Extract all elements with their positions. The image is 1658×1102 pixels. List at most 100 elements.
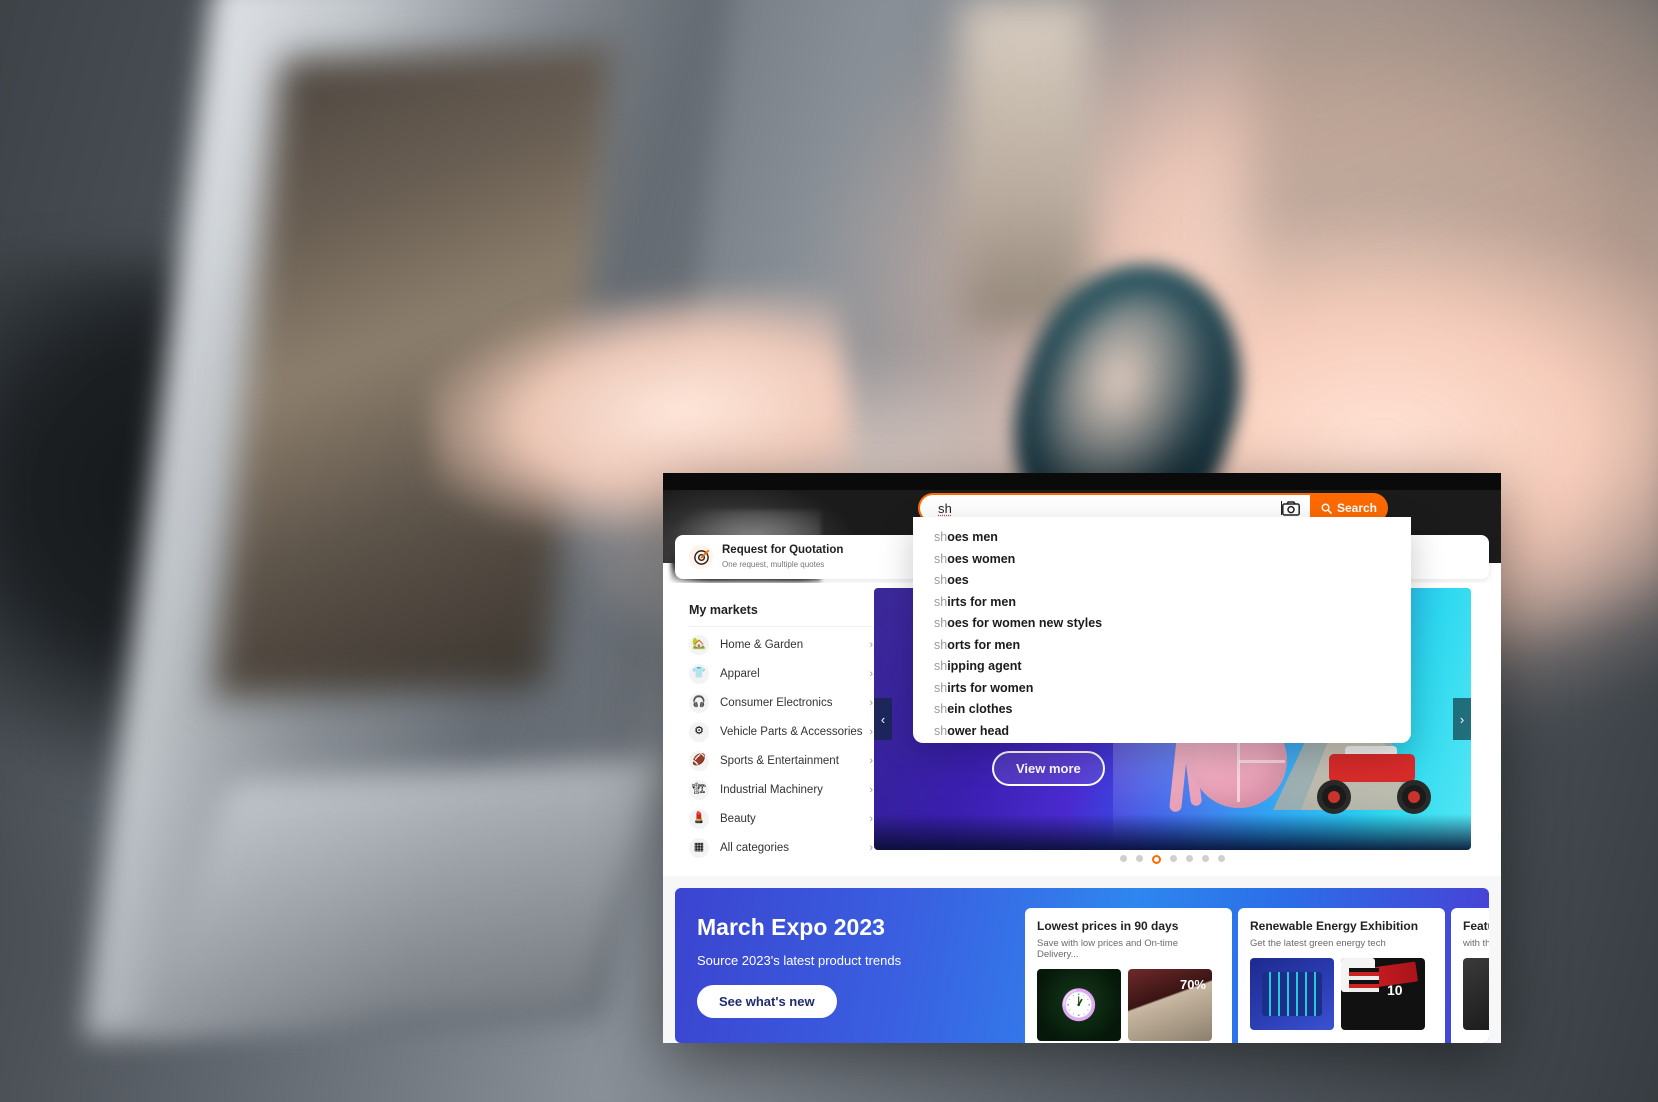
autocomplete-item[interactable]: shirts for men — [913, 592, 1411, 614]
autocomplete-completion-text: oes men — [947, 530, 998, 544]
march-expo-promo: March Expo 2023 Source 2023's latest pro… — [675, 888, 1489, 1043]
autocomplete-completion-text: oes — [947, 573, 969, 587]
sidebar-item-sports-entertainment[interactable]: 🏈 Sports & Entertainment › — [689, 746, 873, 775]
carousel-pagination — [874, 855, 1471, 864]
promo-card-subtitle: with the highest... — [1463, 938, 1489, 949]
sidebar-item-consumer-electronics[interactable]: 🎧 Consumer Electronics › — [689, 688, 873, 717]
promo-card-renewable-energy[interactable]: Renewable Energy Exhibition Get the late… — [1238, 908, 1445, 1043]
industrial-machinery-icon: 🏗 — [689, 779, 709, 800]
sidebar-item-label: Apparel — [720, 667, 760, 680]
autocomplete-item[interactable]: shirts for women — [913, 678, 1411, 700]
promo-card-lowest-prices[interactable]: Lowest prices in 90 days Save with low p… — [1025, 908, 1232, 1043]
chevron-right-icon: › — [869, 783, 873, 796]
autocomplete-item[interactable]: shoes men — [913, 527, 1411, 549]
autocomplete-completion-text: ower head — [947, 723, 1010, 738]
sidebar-item-home-garden[interactable]: 🏡 Home & Garden › — [689, 630, 873, 659]
promo-card-title: Featured selections — [1463, 919, 1489, 933]
autocomplete-item[interactable]: shein clothes — [913, 699, 1411, 721]
sidebar-item-apparel[interactable]: 👕 Apparel › — [689, 659, 873, 688]
sidebar-item-all-categories[interactable]: ▦ All categories › — [689, 833, 873, 862]
toy-monster-truck — [1315, 744, 1433, 814]
search-button-label: Search — [1336, 501, 1378, 515]
promo-copy: March Expo 2023 Source 2023's latest pro… — [697, 914, 901, 1018]
autocomplete-completion-text: irts for men — [947, 594, 1016, 609]
carousel-dot[interactable] — [1186, 855, 1193, 862]
carousel-dot-active[interactable] — [1152, 855, 1161, 864]
autocomplete-matched-prefix: sh — [934, 702, 948, 716]
thumbnail-shoe-deal — [1128, 969, 1212, 1041]
my-markets-sidebar: My markets 🏡 Home & Garden › 👕 Apparel ›… — [689, 603, 873, 862]
autocomplete-completion-text: ipping agent — [947, 659, 1022, 673]
chevron-right-icon: › — [869, 638, 873, 651]
search-icon — [1321, 503, 1332, 514]
truck-wheel-right — [1397, 780, 1431, 814]
autocomplete-item[interactable]: shipping agent — [913, 656, 1411, 678]
promo-card-thumbnails — [1250, 958, 1433, 1030]
service-subtitle: One request, multiple quotes — [722, 559, 825, 569]
chevron-right-icon: › — [869, 725, 873, 738]
camera-icon[interactable] — [1282, 500, 1300, 516]
promo-card-thumbnails — [1463, 958, 1489, 1030]
beauty-icon: 💄 — [689, 808, 709, 829]
vehicle-parts-icon: ⚙ — [689, 721, 709, 742]
carousel-dot[interactable] — [1170, 855, 1177, 862]
sidebar-item-label: Beauty — [720, 812, 756, 825]
promo-card-thumbnails — [1037, 969, 1220, 1041]
chevron-right-icon: › — [869, 696, 873, 709]
autocomplete-matched-prefix: sh — [934, 594, 948, 609]
autocomplete-matched-prefix: sh — [934, 616, 948, 630]
sidebar-divider — [689, 626, 873, 627]
chevron-right-icon: › — [869, 667, 873, 680]
autocomplete-completion-text: ein clothes — [947, 702, 1013, 716]
service-request-for-quotation[interactable]: Request for Quotation One request, multi… — [689, 544, 951, 570]
autocomplete-item[interactable]: shoes — [913, 570, 1411, 592]
thumbnail-clock — [1037, 969, 1121, 1041]
promo-card-subtitle: Get the latest green energy tech — [1250, 938, 1386, 949]
sidebar-item-label: Home & Garden — [720, 638, 804, 651]
promo-card-title: Lowest prices in 90 days — [1037, 919, 1179, 933]
rfq-target-icon — [689, 545, 713, 569]
search-autocomplete-dropdown: shoes men shoes women shoes shirts for m… — [913, 517, 1411, 743]
autocomplete-matched-prefix: sh — [934, 659, 948, 673]
home-garden-icon: 🏡 — [689, 634, 709, 655]
see-whats-new-button[interactable]: See what's new — [697, 985, 837, 1018]
promo-title: March Expo 2023 — [697, 914, 885, 940]
sidebar-item-industrial-machinery[interactable]: 🏗 Industrial Machinery › — [689, 775, 873, 804]
thumbnail-featured — [1463, 958, 1489, 1030]
promo-card-featured-selections[interactable]: Featured selections with the highest... — [1451, 908, 1489, 1043]
autocomplete-item[interactable]: shoes for women new styles — [913, 613, 1411, 635]
carousel-prev-button[interactable]: ‹ — [874, 698, 892, 740]
chevron-right-icon: › — [869, 812, 873, 825]
sidebar-title: My markets — [689, 603, 758, 617]
carousel-dot[interactable] — [1120, 855, 1127, 862]
autocomplete-completion-text: oes women — [947, 551, 1016, 566]
carousel-dot[interactable] — [1202, 855, 1209, 862]
autocomplete-item[interactable]: shower head — [913, 721, 1411, 743]
carousel-dot[interactable] — [1218, 855, 1225, 862]
autocomplete-matched-prefix: sh — [934, 551, 948, 566]
sidebar-item-label: Sports & Entertainment — [720, 754, 839, 767]
carousel-next-button[interactable]: › — [1453, 698, 1471, 740]
carousel-dot[interactable] — [1136, 855, 1143, 862]
sidebar-item-label: Industrial Machinery — [720, 783, 823, 796]
autocomplete-item[interactable]: shorts for men — [913, 635, 1411, 657]
thumbnail-certificates — [1341, 958, 1379, 992]
sidebar-item-beauty[interactable]: 💄 Beauty › — [689, 804, 873, 833]
autocomplete-completion-text: orts for men — [947, 637, 1021, 652]
consumer-electronics-icon: 🎧 — [689, 692, 709, 713]
autocomplete-completion-text: oes for women new styles — [947, 616, 1103, 630]
view-more-button[interactable]: View more — [992, 751, 1105, 786]
promo-subtitle: Source 2023's latest product trends — [697, 953, 902, 968]
truck-wheel-left — [1317, 780, 1351, 814]
autocomplete-item[interactable]: shoes women — [913, 549, 1411, 571]
service-title: Request for Quotation — [722, 543, 844, 556]
sidebar-item-vehicle-parts[interactable]: ⚙ Vehicle Parts & Accessories › — [689, 717, 873, 746]
truck-body — [1329, 754, 1415, 782]
autocomplete-matched-prefix: sh — [934, 723, 948, 738]
chevron-right-icon: › — [869, 841, 873, 854]
promo-card-title: Renewable Energy Exhibition — [1250, 919, 1419, 933]
thumbnail-solar-panel — [1250, 958, 1334, 1030]
sidebar-item-label: All categories — [720, 841, 790, 854]
autocomplete-matched-prefix: sh — [934, 637, 948, 652]
autocomplete-matched-prefix: sh — [934, 573, 948, 587]
